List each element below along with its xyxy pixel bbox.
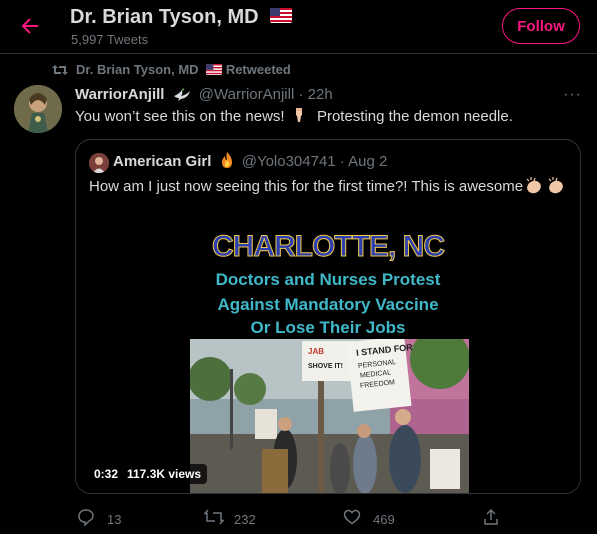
quote-handle-time[interactable]: @Yolo304741 · Aug 2 bbox=[242, 153, 388, 170]
avatar[interactable] bbox=[14, 85, 62, 133]
quote-text-body: How am I just now seeing this for the fi… bbox=[89, 178, 524, 195]
dove-icon bbox=[173, 88, 190, 102]
quote-author: American Girl @Yolo304741 · Aug 2 bbox=[113, 152, 388, 170]
sign-text-2: SHOVE IT! bbox=[308, 363, 344, 370]
tweet-text-part2: Protesting the demon needle. bbox=[316, 108, 513, 125]
tweet-text-part1: You won’t see this on the news! bbox=[75, 108, 285, 125]
profile-header: Dr. Brian Tyson, MD 5,997 Tweets Follow bbox=[0, 0, 597, 54]
tweet-text: You won’t see this on the news! Protesti… bbox=[75, 108, 513, 125]
profile-title: Dr. Brian Tyson, MD bbox=[70, 6, 293, 29]
follow-button[interactable]: Follow bbox=[502, 8, 580, 44]
retweet-icon bbox=[52, 65, 68, 75]
fire-icon bbox=[221, 152, 232, 169]
us-flag-icon bbox=[270, 8, 293, 24]
quote-author-name[interactable]: American Girl bbox=[113, 153, 211, 170]
quote-avatar[interactable] bbox=[89, 153, 109, 173]
quote-text: How am I just now seeing this for the fi… bbox=[89, 177, 567, 196]
share-icon bbox=[484, 508, 498, 525]
author-handle-time[interactable]: @WarriorAnjill · 22h bbox=[199, 86, 333, 103]
video-frame: JAB SHOVE IT! I STAND FOR PERSONAL MEDIC… bbox=[190, 339, 469, 493]
video-caption-line3: Or Lose Their Jobs bbox=[250, 318, 406, 337]
clapping-hands-icon bbox=[526, 177, 541, 194]
profile-name: Dr. Brian Tyson, MD bbox=[70, 6, 259, 28]
tweet-actions: 13 232 469 bbox=[0, 500, 597, 534]
clapping-hands-icon bbox=[548, 177, 563, 194]
retweet-action-icon bbox=[204, 509, 224, 525]
back-arrow-icon[interactable] bbox=[18, 14, 42, 38]
heart-icon bbox=[343, 509, 361, 525]
video-caption-line1: Doctors and Nurses Protest bbox=[215, 270, 441, 289]
video-player[interactable]: CHARLOTTE, NC Doctors and Nurses Protest… bbox=[76, 204, 580, 493]
video-views: 117.3K views bbox=[121, 464, 208, 484]
sign-text-1: JAB bbox=[308, 347, 325, 356]
tweet-author: WarriorAnjill @WarriorAnjill · 22h bbox=[75, 86, 333, 103]
pointing-down-hand-icon bbox=[295, 108, 302, 123]
like-count: 469 bbox=[373, 512, 395, 527]
retweet-banner: Dr. Brian Tyson, MD Retweeted bbox=[76, 62, 291, 77]
video-duration: 0:32 bbox=[88, 464, 125, 484]
retweet-count: 232 bbox=[234, 512, 256, 527]
us-flag-icon bbox=[206, 64, 223, 76]
retweeter-name[interactable]: Dr. Brian Tyson, MD bbox=[76, 62, 199, 77]
video-title: CHARLOTTE, NC bbox=[212, 230, 446, 264]
quoted-tweet[interactable]: American Girl @Yolo304741 · Aug 2 How am… bbox=[75, 139, 581, 494]
reply-icon bbox=[78, 509, 94, 526]
video-caption-line2: Against Mandatory Vaccine bbox=[217, 295, 439, 314]
avatar-image bbox=[14, 85, 62, 133]
tweet-count: 5,997 Tweets bbox=[71, 32, 149, 47]
reply-count: 13 bbox=[107, 512, 122, 527]
more-options-icon[interactable]: ··· bbox=[563, 86, 582, 104]
author-name[interactable]: WarriorAnjill bbox=[75, 86, 164, 103]
retweeted-label: Retweeted bbox=[225, 62, 291, 77]
quote-avatar-image bbox=[89, 153, 109, 173]
